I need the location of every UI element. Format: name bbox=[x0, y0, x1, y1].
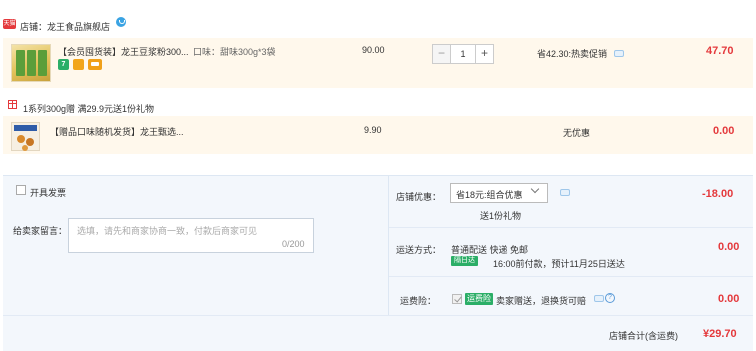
invoice-checkbox[interactable] bbox=[16, 185, 26, 195]
order-options-panel bbox=[3, 175, 753, 351]
product-thumbnail[interactable] bbox=[11, 44, 51, 82]
coupon-label: 店铺优惠： bbox=[396, 192, 442, 202]
message-label: 给卖家留言： bbox=[13, 226, 68, 236]
row-divider bbox=[389, 276, 753, 277]
chat-icon[interactable] bbox=[614, 50, 624, 57]
panel-divider bbox=[388, 175, 389, 315]
insurance-text: 卖家赠送，退换货可赔 bbox=[496, 296, 587, 306]
shipping-method: 普通配送 快递 免邮 bbox=[451, 245, 529, 255]
insurance-amount: 0.00 bbox=[718, 293, 740, 305]
unit-price: 90.00 bbox=[362, 45, 385, 55]
service-badges: 7 bbox=[58, 59, 102, 70]
store-chat-icon[interactable] bbox=[116, 17, 126, 27]
gift-line-total: 0.00 bbox=[713, 125, 735, 137]
store-logo-icon: 天猫 bbox=[3, 19, 16, 29]
decrease-button[interactable]: − bbox=[432, 44, 451, 64]
row-divider bbox=[3, 315, 753, 316]
gift-icon bbox=[8, 100, 17, 109]
invoice-label[interactable]: 开具发票 bbox=[30, 186, 66, 199]
next-day-tag: 隔日达 bbox=[451, 256, 478, 266]
message-placeholder: 选填，请先和商家协商一致，付款后商家可见 bbox=[77, 226, 258, 236]
quantity-input[interactable]: 1 bbox=[451, 44, 475, 64]
gift-unit-price: 9.90 bbox=[364, 125, 382, 135]
shipping-label: 运送方式： bbox=[396, 245, 442, 255]
row-divider bbox=[389, 227, 753, 228]
promo-text: 省42.30:热卖促销 bbox=[537, 49, 608, 59]
shipping-amount: 0.00 bbox=[718, 241, 740, 253]
help-icon[interactable]: ? bbox=[605, 293, 615, 303]
seven-day-return-icon: 7 bbox=[58, 59, 69, 70]
card-payment-icon bbox=[88, 59, 102, 70]
line-total: 47.70 bbox=[706, 45, 734, 57]
increase-button[interactable]: + bbox=[475, 44, 494, 64]
store-total-amount: ¥29.70 bbox=[703, 328, 737, 340]
shipping-detail: 16:00前付款，预计11月25日送达 bbox=[493, 259, 625, 269]
chat-icon[interactable] bbox=[560, 189, 570, 196]
gift-promo-text: 无优惠 bbox=[563, 128, 591, 138]
insurance-tag: 运费险 bbox=[465, 293, 493, 305]
store-total-label: 店铺合计(含运费) bbox=[609, 331, 678, 341]
gift-label: 1系列300g赠 满29.9元送1份礼物 bbox=[23, 104, 155, 114]
message-char-count: 0/200 bbox=[282, 239, 305, 249]
guarantee-icon bbox=[73, 59, 84, 70]
insurance-label: 运费险： bbox=[400, 296, 437, 306]
gift-product-title[interactable]: 【赠品口味随机发货】龙王甄选... bbox=[50, 125, 184, 138]
insurance-checkbox[interactable] bbox=[452, 294, 462, 304]
quantity-stepper: − 1 + bbox=[432, 44, 494, 64]
product-title[interactable]: 【会员囤货装】龙王豆浆粉300... bbox=[58, 45, 189, 58]
product-flavor: 口味：甜味300g*3袋 bbox=[193, 47, 276, 57]
gift-thumbnail[interactable] bbox=[11, 122, 40, 151]
chat-icon[interactable] bbox=[594, 295, 604, 302]
coupon-amount: -18.00 bbox=[702, 188, 734, 200]
coupon-selected-value[interactable]: 省18元:组合优惠 bbox=[456, 188, 523, 201]
store-name[interactable]: 店铺：龙王食品旗舰店 bbox=[20, 20, 110, 33]
coupon-gift-note: 送1份礼物 bbox=[480, 211, 522, 221]
